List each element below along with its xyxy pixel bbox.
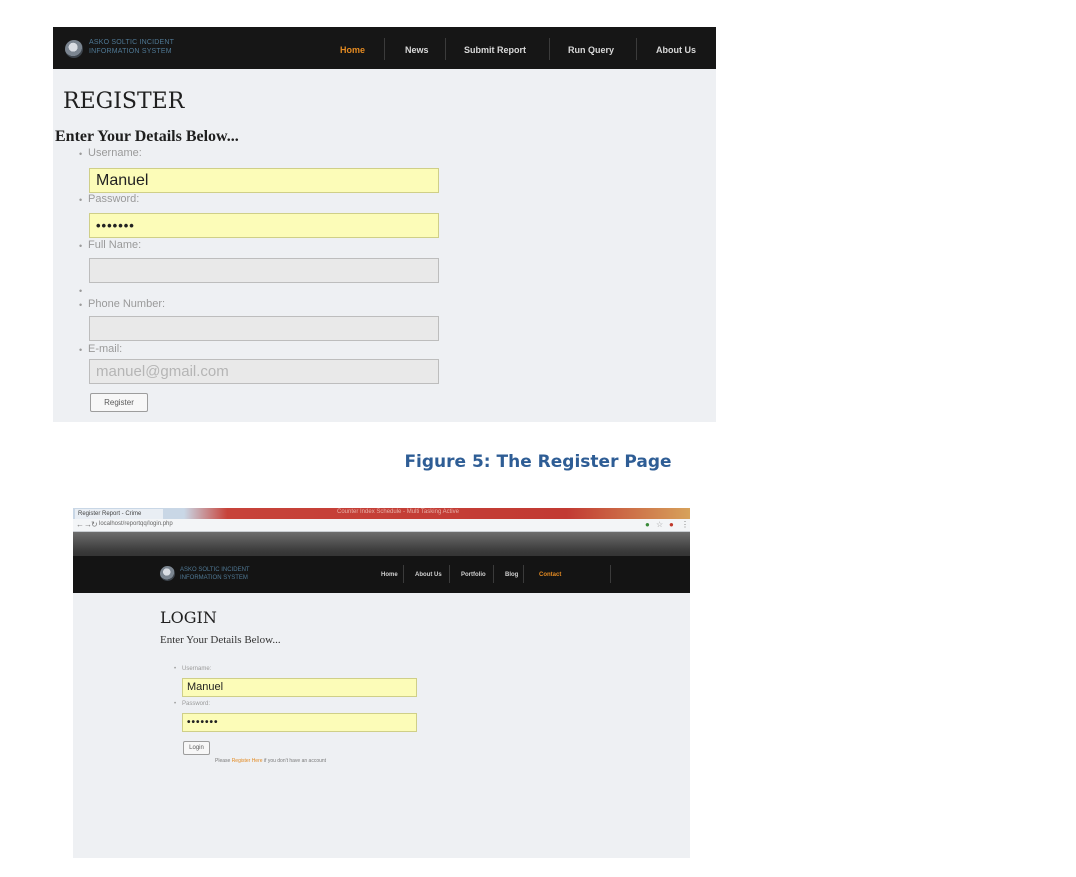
username-field[interactable]: Manuel bbox=[182, 678, 417, 697]
nav-home[interactable]: Home bbox=[381, 556, 398, 593]
browser-tab[interactable]: Register Report - Crime bbox=[75, 509, 163, 519]
nav-divider bbox=[403, 565, 404, 583]
brand-line-2: INFORMATION SYSTEM bbox=[89, 48, 172, 55]
password-label: Password: bbox=[88, 193, 140, 205]
page-subtitle: Enter Your Details Below... bbox=[160, 634, 281, 646]
list-bullet: • bbox=[79, 300, 83, 310]
brand-line-1: ASKO SOLTIC INCIDENT bbox=[180, 567, 250, 573]
nav-submit-report[interactable]: Submit Report bbox=[464, 27, 526, 69]
brand-name: ASKO SOLTIC INCIDENT INFORMATION SYSTEM bbox=[89, 38, 174, 56]
menu-icon[interactable]: ⋮ bbox=[681, 520, 689, 529]
list-bullet: • bbox=[174, 666, 177, 672]
nav-home[interactable]: Home bbox=[340, 27, 365, 69]
login-screenshot: Register Report - Crime Counter Index Sc… bbox=[73, 508, 690, 858]
username-label: Username: bbox=[182, 666, 212, 672]
extension-icon[interactable]: ● bbox=[645, 520, 650, 529]
star-icon[interactable]: ☆ bbox=[656, 520, 663, 529]
list-bullet: • bbox=[79, 195, 83, 205]
note-prefix: Please bbox=[215, 758, 232, 764]
nav-divider bbox=[449, 565, 450, 583]
page-title: REGISTER bbox=[63, 89, 185, 114]
logo-icon bbox=[160, 566, 175, 581]
brand-line-1: ASKO SOLTIC INCIDENT bbox=[89, 39, 175, 46]
nav-about-us[interactable]: About Us bbox=[415, 556, 442, 593]
page-subtitle: Enter Your Details Below... bbox=[55, 128, 239, 145]
login-button[interactable]: Login bbox=[183, 741, 210, 755]
browser-tab-strip: Register Report - Crime Counter Index Sc… bbox=[73, 508, 690, 519]
phone-field[interactable] bbox=[89, 316, 439, 341]
register-note: Please Register Here if you don't have a… bbox=[215, 758, 326, 764]
logo-icon bbox=[65, 40, 83, 58]
list-bullet: • bbox=[79, 241, 83, 251]
nav-contact[interactable]: Contact bbox=[539, 556, 561, 593]
brand-name: ASKO SOLTIC INCIDENT INFORMATION SYSTEM bbox=[180, 566, 250, 582]
username-label: Username: bbox=[88, 147, 142, 159]
browser-toolbar: ← → ↻ localhost/reportqq/login.php ● ☆ ●… bbox=[73, 519, 690, 532]
list-bullet: • bbox=[79, 286, 83, 296]
email-field[interactable]: manuel@gmail.com bbox=[89, 359, 439, 384]
register-navbar: ASKO SOLTIC INCIDENT INFORMATION SYSTEM … bbox=[53, 27, 716, 69]
brand-line-2: INFORMATION SYSTEM bbox=[180, 575, 248, 581]
nav-divider bbox=[610, 565, 611, 583]
window-title: Counter Index Schedule - Multi Tasking A… bbox=[337, 509, 459, 515]
note-suffix: if you don't have an account bbox=[262, 758, 327, 764]
register-screenshot: ASKO SOLTIC INCIDENT INFORMATION SYSTEM … bbox=[53, 27, 716, 422]
email-label: E-mail: bbox=[88, 343, 123, 355]
list-bullet: • bbox=[79, 345, 83, 355]
nav-news[interactable]: News bbox=[405, 27, 429, 69]
nav-run-query[interactable]: Run Query bbox=[568, 27, 614, 69]
password-field[interactable]: ••••••• bbox=[182, 713, 417, 732]
nav-about-us[interactable]: About Us bbox=[656, 27, 696, 69]
list-bullet: • bbox=[174, 701, 177, 707]
nav-divider bbox=[636, 38, 637, 60]
list-bullet: • bbox=[79, 149, 83, 159]
register-button[interactable]: Register bbox=[90, 393, 148, 412]
page-title: LOGIN bbox=[160, 608, 217, 627]
reload-icon[interactable]: ↻ bbox=[91, 520, 98, 529]
back-icon[interactable]: ← bbox=[76, 520, 84, 529]
login-navbar: ASKO SOLTIC INCIDENT INFORMATION SYSTEM … bbox=[73, 556, 690, 593]
fullname-field[interactable] bbox=[89, 258, 439, 283]
nav-divider bbox=[523, 565, 524, 583]
username-field[interactable]: Manuel bbox=[89, 168, 439, 193]
register-link[interactable]: Register Here bbox=[232, 758, 263, 764]
password-field[interactable]: ••••••• bbox=[89, 213, 439, 238]
nav-blog[interactable]: Blog bbox=[505, 556, 518, 593]
opera-icon[interactable]: ● bbox=[669, 520, 674, 529]
password-label: Password: bbox=[182, 701, 211, 707]
nav-divider bbox=[445, 38, 446, 60]
phone-label: Phone Number: bbox=[88, 298, 166, 310]
nav-divider bbox=[493, 565, 494, 583]
fullname-label: Full Name: bbox=[88, 239, 142, 251]
address-bar[interactable]: localhost/reportqq/login.php bbox=[99, 520, 639, 529]
nav-portfolio[interactable]: Portfolio bbox=[461, 556, 486, 593]
figure-caption: Figure 5: The Register Page bbox=[404, 452, 672, 472]
nav-divider bbox=[384, 38, 385, 60]
nav-divider bbox=[549, 38, 550, 60]
